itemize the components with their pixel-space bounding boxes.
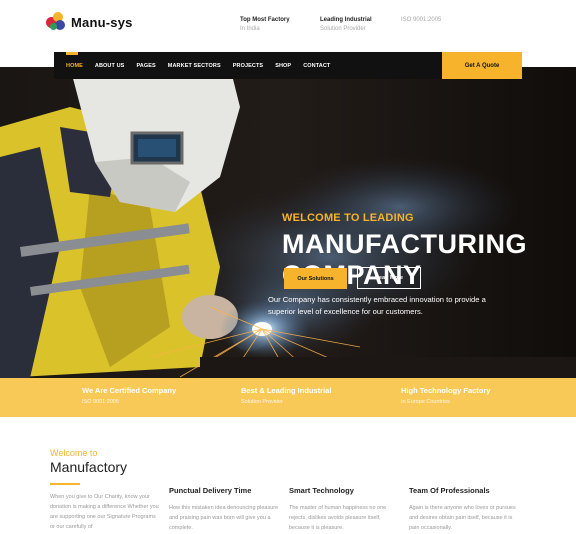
our-solutions-button[interactable]: Our Solutions xyxy=(284,268,347,289)
nav-pages[interactable]: PAGES xyxy=(136,63,155,69)
top-header: Manu-sys Top Most Factory In India Leadi… xyxy=(0,0,576,52)
band-item-sub: Solution Provider xyxy=(241,399,283,405)
get-quote-button[interactable]: Get A Quote xyxy=(442,52,522,79)
header-info-industrial: Leading Industrial Solution Provider xyxy=(320,16,372,34)
nav-home[interactable]: HOME xyxy=(66,63,83,69)
header-info-sub: In India xyxy=(240,26,260,32)
feature-team: Team Of Professionals Again is there any… xyxy=(409,486,519,533)
brand-logo[interactable]: Manu-sys xyxy=(46,12,133,32)
features-band: We Are Certified Company ISO 9001:2005 B… xyxy=(0,378,576,417)
nav-contact[interactable]: CONTACT xyxy=(303,63,330,69)
about-text: When you give to Our Charity, know your … xyxy=(50,494,159,530)
nav-items: HOME ABOUT US PAGES MARKET SECTORS PROJE… xyxy=(54,52,330,79)
nav-about-us[interactable]: ABOUT US xyxy=(95,63,125,69)
band-item-title: High Technology Factory xyxy=(401,386,491,395)
about-kicker: Welcome to xyxy=(50,448,98,458)
band-item-title: Best & Leading Industrial xyxy=(241,386,332,395)
band-item-sub: In Europe Countries xyxy=(401,399,450,405)
header-info-sub: ISO 9001:2005 xyxy=(401,17,442,23)
feature-technology: Smart Technology The master of human hap… xyxy=(289,486,399,533)
feature-title: Team Of Professionals xyxy=(409,486,490,495)
header-info-title: Leading Industrial xyxy=(320,17,372,23)
nav-active-indicator xyxy=(66,52,78,55)
header-info-sub: Solution Provider xyxy=(320,26,366,32)
about-divider xyxy=(50,483,80,485)
feature-text: Again is there anyone who loves or pursu… xyxy=(409,505,516,531)
feature-title: Punctual Delivery Time xyxy=(169,486,252,495)
logo-icon xyxy=(46,12,66,32)
hero-kicker: WELCOME TO LEADING xyxy=(282,212,414,224)
band-item-title: We Are Certified Company xyxy=(82,386,177,395)
hero-banner: WELCOME TO LEADING MANUFACTURING COMPANY… xyxy=(0,67,576,378)
band-item-technology: High Technology Factory In Europe Countr… xyxy=(401,386,490,405)
nav-shop[interactable]: SHOP xyxy=(275,63,291,69)
about-title: Manufactory xyxy=(50,459,128,475)
band-item-sub: ISO 9001:2005 xyxy=(82,399,120,405)
brand-name: Manu-sys xyxy=(71,14,133,30)
read-more-button[interactable]: Read More xyxy=(357,267,421,289)
nav-market-sectors[interactable]: MARKET SECTORS xyxy=(168,63,221,69)
header-info-iso: ISO 9001:2005 xyxy=(401,16,441,25)
hero-title-line1: MANUFACTURING xyxy=(282,229,527,259)
band-item-leading: Best & Leading Industrial Solution Provi… xyxy=(241,386,331,405)
nav-projects[interactable]: PROJECTS xyxy=(233,63,263,69)
header-info-factory: Top Most Factory In India xyxy=(240,16,290,34)
feature-text: The master of human happiness no one rej… xyxy=(289,505,387,531)
main-nav: HOME ABOUT US PAGES MARKET SECTORS PROJE… xyxy=(54,52,522,79)
band-item-certified: We Are Certified Company ISO 9001:2005 xyxy=(82,386,176,405)
hero-description: Our Company has consistently embraced in… xyxy=(268,295,486,316)
header-info-title: Top Most Factory xyxy=(240,17,290,23)
feature-title: Smart Technology xyxy=(289,486,354,495)
feature-delivery: Punctual Delivery Time How this mistaken… xyxy=(169,486,279,533)
feature-text: How this mistaken idea denouncing pleasu… xyxy=(169,505,279,531)
